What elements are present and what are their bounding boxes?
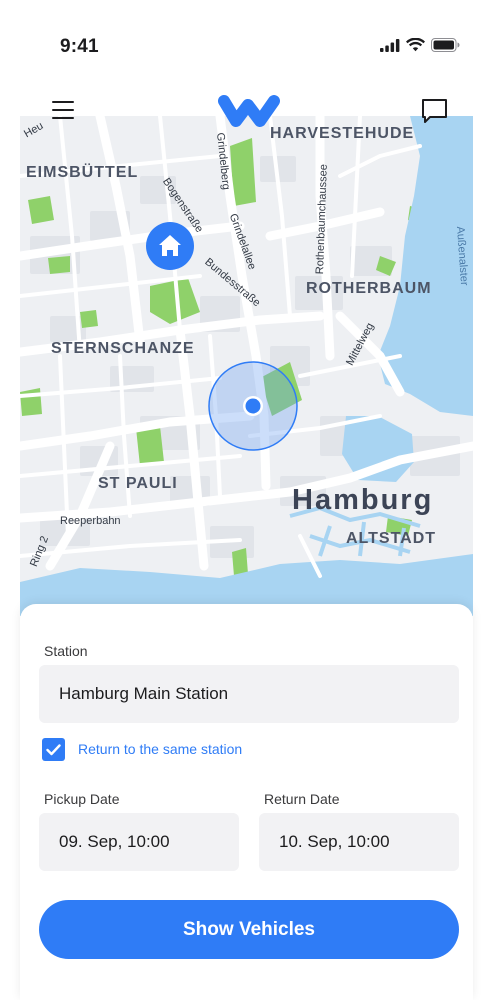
map-label-city: Hamburg	[292, 484, 434, 516]
booking-sheet: Station Hamburg Main Station Return to t…	[20, 604, 473, 1000]
map-label-altstadt: ALTSTADT	[346, 530, 437, 547]
map-label-rotherbaum: ROTHERBAUM	[306, 280, 432, 297]
current-location-dot	[245, 398, 261, 414]
status-time: 9:41	[60, 36, 99, 57]
pickup-date-label: Pickup Date	[44, 791, 120, 807]
wifi-icon	[406, 38, 425, 52]
return-same-label[interactable]: Return to the same station	[78, 741, 242, 757]
return-date-field[interactable]: 10. Sep, 10:00	[259, 813, 459, 871]
return-date-label: Return Date	[264, 791, 340, 807]
menu-button[interactable]	[52, 101, 76, 123]
station-label: Station	[44, 643, 88, 659]
brand-logo-icon	[218, 95, 280, 127]
show-vehicles-button[interactable]: Show Vehicles	[39, 900, 459, 959]
menu-icon-line	[52, 117, 74, 119]
cellular-signal-icon	[380, 38, 400, 52]
map-view[interactable]: HARVESTEHUDE EIMSBÜTTEL ROTHERBAUM STERN…	[20, 116, 473, 616]
street-label-reeperbahn: Reeperbahn	[60, 515, 121, 527]
pickup-date-field[interactable]: 09. Sep, 10:00	[39, 813, 239, 871]
top-navigation	[0, 95, 492, 135]
chat-icon[interactable]	[421, 98, 448, 125]
checkmark-icon	[46, 743, 61, 755]
station-field[interactable]: Hamburg Main Station	[39, 665, 459, 723]
status-icons	[380, 38, 460, 52]
map-label-st-pauli: ST PAULI	[98, 475, 178, 492]
map-label-eimsbuettel: EIMSBÜTTEL	[26, 164, 139, 181]
return-same-checkbox[interactable]	[42, 738, 65, 761]
map-label-sternschanze: STERNSCHANZE	[51, 340, 195, 357]
status-bar: 9:41	[0, 0, 492, 95]
menu-icon-line	[52, 109, 74, 111]
battery-icon	[431, 38, 460, 52]
menu-icon-line	[52, 101, 74, 103]
home-pin[interactable]	[146, 222, 194, 270]
